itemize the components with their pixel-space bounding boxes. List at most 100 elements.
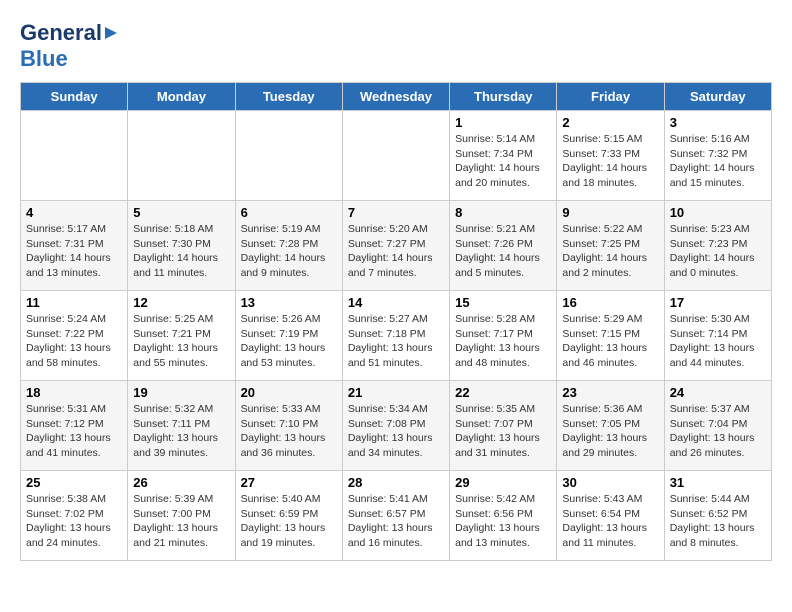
- day-info: and 41 minutes.: [26, 446, 122, 461]
- calendar-cell: 11Sunrise: 5:24 AMSunset: 7:22 PMDayligh…: [21, 291, 128, 381]
- day-number: 5: [133, 205, 229, 220]
- day-info: Sunset: 6:56 PM: [455, 507, 551, 522]
- day-number: 4: [26, 205, 122, 220]
- day-number: 11: [26, 295, 122, 310]
- day-info: Daylight: 14 hours: [670, 161, 766, 176]
- day-info: Sunset: 7:28 PM: [241, 237, 337, 252]
- calendar-cell: 23Sunrise: 5:36 AMSunset: 7:05 PMDayligh…: [557, 381, 664, 471]
- day-number: 2: [562, 115, 658, 130]
- day-info: and 58 minutes.: [26, 356, 122, 371]
- day-info: Sunrise: 5:40 AM: [241, 492, 337, 507]
- day-info: Daylight: 13 hours: [241, 431, 337, 446]
- day-info: Sunset: 7:25 PM: [562, 237, 658, 252]
- calendar-cell: 7Sunrise: 5:20 AMSunset: 7:27 PMDaylight…: [342, 201, 449, 291]
- day-info: Sunrise: 5:27 AM: [348, 312, 444, 327]
- day-header-saturday: Saturday: [664, 83, 771, 111]
- day-info: and 48 minutes.: [455, 356, 551, 371]
- day-info: Daylight: 13 hours: [670, 521, 766, 536]
- day-info: Sunset: 7:17 PM: [455, 327, 551, 342]
- day-number: 20: [241, 385, 337, 400]
- day-header-sunday: Sunday: [21, 83, 128, 111]
- day-info: Sunset: 7:10 PM: [241, 417, 337, 432]
- day-number: 28: [348, 475, 444, 490]
- day-info: Sunset: 7:12 PM: [26, 417, 122, 432]
- day-number: 17: [670, 295, 766, 310]
- calendar-cell: 24Sunrise: 5:37 AMSunset: 7:04 PMDayligh…: [664, 381, 771, 471]
- day-info: Daylight: 13 hours: [348, 431, 444, 446]
- day-info: Sunset: 7:05 PM: [562, 417, 658, 432]
- day-info: Daylight: 14 hours: [133, 251, 229, 266]
- day-info: Sunset: 7:15 PM: [562, 327, 658, 342]
- day-info: Sunrise: 5:29 AM: [562, 312, 658, 327]
- day-info: Sunrise: 5:21 AM: [455, 222, 551, 237]
- day-info: Sunset: 7:32 PM: [670, 147, 766, 162]
- calendar-cell: 8Sunrise: 5:21 AMSunset: 7:26 PMDaylight…: [450, 201, 557, 291]
- calendar-cell: [128, 111, 235, 201]
- calendar-cell: 17Sunrise: 5:30 AMSunset: 7:14 PMDayligh…: [664, 291, 771, 381]
- day-info: Sunset: 6:57 PM: [348, 507, 444, 522]
- calendar-cell: 9Sunrise: 5:22 AMSunset: 7:25 PMDaylight…: [557, 201, 664, 291]
- day-info: Sunset: 7:19 PM: [241, 327, 337, 342]
- day-info: and 34 minutes.: [348, 446, 444, 461]
- day-info: and 15 minutes.: [670, 176, 766, 191]
- day-info: Sunrise: 5:14 AM: [455, 132, 551, 147]
- day-info: Daylight: 13 hours: [26, 521, 122, 536]
- day-number: 24: [670, 385, 766, 400]
- day-info: Daylight: 13 hours: [455, 341, 551, 356]
- day-number: 6: [241, 205, 337, 220]
- calendar-cell: 13Sunrise: 5:26 AMSunset: 7:19 PMDayligh…: [235, 291, 342, 381]
- day-info: Sunset: 7:02 PM: [26, 507, 122, 522]
- day-info: Sunrise: 5:35 AM: [455, 402, 551, 417]
- day-number: 14: [348, 295, 444, 310]
- day-info: Daylight: 13 hours: [562, 431, 658, 446]
- day-info: and 7 minutes.: [348, 266, 444, 281]
- calendar-week-3: 11Sunrise: 5:24 AMSunset: 7:22 PMDayligh…: [21, 291, 772, 381]
- day-info: Sunset: 6:54 PM: [562, 507, 658, 522]
- day-info: Sunset: 6:52 PM: [670, 507, 766, 522]
- day-info: Daylight: 13 hours: [562, 341, 658, 356]
- day-info: Sunset: 7:31 PM: [26, 237, 122, 252]
- day-info: Sunrise: 5:19 AM: [241, 222, 337, 237]
- day-number: 8: [455, 205, 551, 220]
- day-info: and 2 minutes.: [562, 266, 658, 281]
- day-info: and 13 minutes.: [455, 536, 551, 551]
- calendar-cell: 30Sunrise: 5:43 AMSunset: 6:54 PMDayligh…: [557, 471, 664, 561]
- day-info: and 16 minutes.: [348, 536, 444, 551]
- calendar-cell: 22Sunrise: 5:35 AMSunset: 7:07 PMDayligh…: [450, 381, 557, 471]
- calendar-header-row: SundayMondayTuesdayWednesdayThursdayFrid…: [21, 83, 772, 111]
- day-info: Sunset: 7:00 PM: [133, 507, 229, 522]
- day-number: 13: [241, 295, 337, 310]
- day-info: and 36 minutes.: [241, 446, 337, 461]
- day-info: Sunrise: 5:34 AM: [348, 402, 444, 417]
- day-info: Daylight: 13 hours: [26, 431, 122, 446]
- day-info: Sunset: 6:59 PM: [241, 507, 337, 522]
- calendar-cell: [342, 111, 449, 201]
- day-info: Daylight: 14 hours: [241, 251, 337, 266]
- day-info: Sunset: 7:11 PM: [133, 417, 229, 432]
- day-info: Daylight: 14 hours: [562, 251, 658, 266]
- day-info: Sunrise: 5:17 AM: [26, 222, 122, 237]
- day-info: and 18 minutes.: [562, 176, 658, 191]
- day-number: 10: [670, 205, 766, 220]
- day-info: Sunrise: 5:20 AM: [348, 222, 444, 237]
- day-info: and 0 minutes.: [670, 266, 766, 281]
- day-info: and 11 minutes.: [133, 266, 229, 281]
- day-number: 30: [562, 475, 658, 490]
- day-info: Daylight: 14 hours: [562, 161, 658, 176]
- day-info: and 55 minutes.: [133, 356, 229, 371]
- day-info: Daylight: 13 hours: [670, 431, 766, 446]
- day-info: Sunset: 7:33 PM: [562, 147, 658, 162]
- day-info: Sunset: 7:18 PM: [348, 327, 444, 342]
- day-info: and 53 minutes.: [241, 356, 337, 371]
- calendar-cell: 25Sunrise: 5:38 AMSunset: 7:02 PMDayligh…: [21, 471, 128, 561]
- day-info: and 31 minutes.: [455, 446, 551, 461]
- day-info: Sunrise: 5:28 AM: [455, 312, 551, 327]
- calendar-cell: 19Sunrise: 5:32 AMSunset: 7:11 PMDayligh…: [128, 381, 235, 471]
- calendar-cell: 20Sunrise: 5:33 AMSunset: 7:10 PMDayligh…: [235, 381, 342, 471]
- calendar-cell: 4Sunrise: 5:17 AMSunset: 7:31 PMDaylight…: [21, 201, 128, 291]
- calendar-cell: 15Sunrise: 5:28 AMSunset: 7:17 PMDayligh…: [450, 291, 557, 381]
- day-info: and 8 minutes.: [670, 536, 766, 551]
- day-info: Sunrise: 5:43 AM: [562, 492, 658, 507]
- day-number: 29: [455, 475, 551, 490]
- calendar-cell: 27Sunrise: 5:40 AMSunset: 6:59 PMDayligh…: [235, 471, 342, 561]
